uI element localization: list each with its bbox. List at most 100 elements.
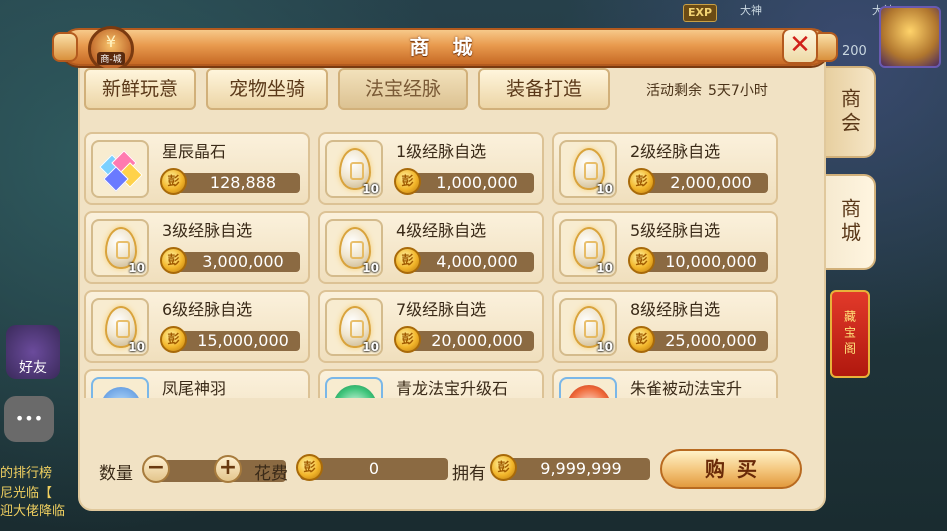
item-grid: 星辰晶石 128,888 彭 10 1级经脉自选 1,000,000 彭 10 … [84,132,784,398]
shop-item[interactable]: 朱雀被动法宝升 [552,369,778,398]
friend-button[interactable]: 好友 [6,325,60,379]
side-tab-treasure-pavilion[interactable]: 藏宝阁 [830,290,870,378]
close-button[interactable]: ✕ [782,28,818,64]
item-name: 3级经脉自选 [162,221,253,240]
meridian-egg-icon: 10 [325,219,383,277]
item-name: 青龙法宝升级石 [396,379,509,398]
meridian-egg-icon: 10 [325,298,383,356]
red-orb-icon [559,377,617,398]
cost-label: 花费 [254,464,288,484]
item-price: 20,000,000 [406,331,534,351]
meridian-egg-icon: 10 [91,219,149,277]
quantity-label: 数量 [99,464,133,484]
item-quantity: 10 [128,261,145,275]
item-name: 2级经脉自选 [630,142,721,161]
tab-pets-mounts[interactable]: 宠物坐骑 [206,68,328,110]
coin-icon: 彭 [160,168,187,195]
shop-badge-icon: ¥ 商-城 [88,26,134,72]
shop-panel: 商 城 ¥ 商-城 ✕ 新鲜玩意 宠物坐骑 法宝经脉 装备打造 活动剩余 5天7小… [52,26,838,511]
coin-icon: 彭 [394,326,421,353]
item-price: 15,000,000 [172,331,300,351]
item-quantity: 10 [362,261,379,275]
owned-label: 拥有 [452,464,486,484]
item-name: 7级经脉自选 [396,300,487,319]
item-price: 4,000,000 [406,252,534,272]
level-value: 200 [842,44,867,59]
exp-indicator: EXP [683,4,717,22]
item-quantity: 10 [362,340,379,354]
item-price: 3,000,000 [172,252,300,272]
green-orb-icon [325,377,383,398]
shop-item[interactable]: 青龙法宝升级石 [318,369,544,398]
badge-caption: 商-城 [97,51,125,65]
event-time: 5天7小时 [708,83,768,99]
close-icon: ✕ [789,30,811,60]
tab-treasure-meridian[interactable]: 法宝经脉 [338,68,468,110]
rank-tag: 大神 [740,4,762,17]
coin-icon: 彭 [296,454,323,481]
item-price: 1,000,000 [406,173,534,193]
buy-button[interactable]: 购买 [660,449,802,489]
coin-icon: 彭 [160,326,187,353]
shop-item[interactable]: 10 4级经脉自选 4,000,000 彭 [318,211,544,284]
coin-icon: 彭 [160,247,187,274]
minus-button[interactable]: − [142,455,170,483]
shop-item[interactable]: 10 7级经脉自选 20,000,000 彭 [318,290,544,363]
chat-bubble-icon[interactable]: ••• [4,396,54,442]
coin-icon: 彭 [628,168,655,195]
item-price: 10,000,000 [640,252,768,272]
shop-item[interactable]: 10 2级经脉自选 2,000,000 彭 [552,132,778,205]
item-name: 4级经脉自选 [396,221,487,240]
item-name: 朱雀被动法宝升 [630,379,743,398]
item-name: 星辰晶石 [162,142,227,161]
gem-cluster [99,150,143,192]
coin-icon: 彭 [628,326,655,353]
item-quantity: 10 [596,182,613,196]
shop-item[interactable]: 凤尾神羽 [84,369,310,398]
item-name: 6级经脉自选 [162,300,253,319]
meridian-egg-icon: 10 [559,140,617,198]
tab-equipment-forging[interactable]: 装备打造 [478,68,610,110]
player-avatar[interactable] [879,6,941,68]
item-name: 1级经脉自选 [396,142,487,161]
owned-value: 9,999,999 [498,458,650,480]
shop-item[interactable]: 10 3级经脉自选 3,000,000 彭 [84,211,310,284]
coin-icon: 彭 [628,247,655,274]
item-name: 凤尾神羽 [162,379,227,398]
crystal-icon [91,140,149,198]
side-tab-label: 藏宝阁 [842,310,857,358]
shop-item[interactable]: 10 5级经脉自选 10,000,000 彭 [552,211,778,284]
side-tab-guild-shop[interactable]: 商会 [824,66,876,158]
event-remaining: 活动剩余 5天7小时 [646,80,768,100]
meridian-egg-icon: 10 [325,140,383,198]
meridian-egg-icon: 10 [91,298,149,356]
event-label: 活动剩余 [646,83,702,99]
coin-icon: 彭 [490,454,517,481]
coin-icon: 彭 [394,247,421,274]
coin-icon: 彭 [394,168,421,195]
tab-novelties[interactable]: 新鲜玩意 [84,68,196,110]
item-quantity: 10 [596,261,613,275]
plus-button[interactable]: + [214,455,242,483]
chat-line: 尼光临【 [0,486,53,501]
chat-line: 的排行榜 [0,466,53,481]
chat-line: 迎大佬降临 [0,504,66,519]
friend-label: 好友 [19,360,47,376]
yen-icon: ¥ [105,31,117,51]
shop-item[interactable]: 10 1级经脉自选 1,000,000 彭 [318,132,544,205]
item-price: 25,000,000 [640,331,768,351]
shop-item[interactable]: 10 8级经脉自选 25,000,000 彭 [552,290,778,363]
item-price: 128,888 [172,173,300,193]
shop-item[interactable]: 星辰晶石 128,888 彭 [84,132,310,205]
meridian-egg-icon: 10 [559,219,617,277]
item-quantity: 10 [128,340,145,354]
item-quantity: 10 [362,182,379,196]
side-tab-label: 商会 [837,88,862,136]
category-tabs: 新鲜玩意 宠物坐骑 法宝经脉 装备打造 [84,68,610,110]
item-name: 8级经脉自选 [630,300,721,319]
side-tab-label: 商城 [837,198,862,246]
shop-item[interactable]: 10 6级经脉自选 15,000,000 彭 [84,290,310,363]
side-tab-mall[interactable]: 商城 [824,174,876,270]
item-name: 5级经脉自选 [630,221,721,240]
feather-icon [91,377,149,398]
